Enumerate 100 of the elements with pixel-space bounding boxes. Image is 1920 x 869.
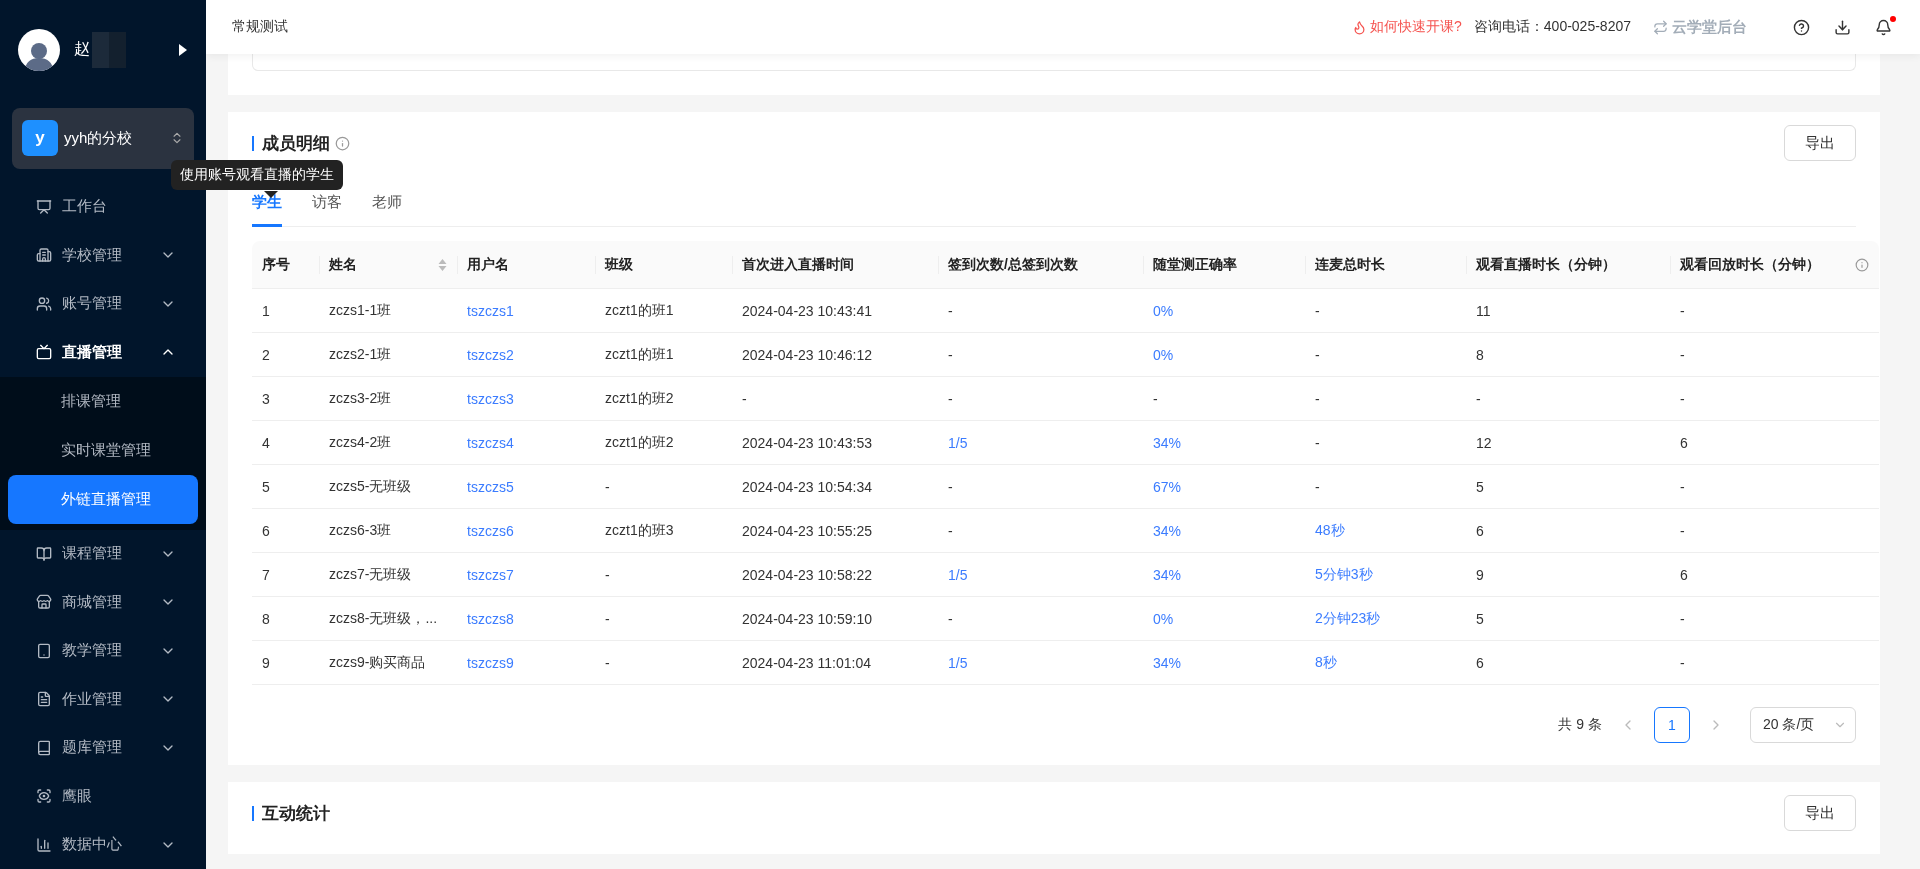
cell-link[interactable]: 2分钟23秒: [1305, 597, 1466, 641]
cell-link[interactable]: 0%: [1143, 597, 1305, 641]
caret-icon[interactable]: [178, 42, 188, 57]
help-link[interactable]: 如何快速开课?: [1370, 18, 1462, 36]
section-title: 互动统计: [252, 805, 330, 821]
page-title: 常规测试: [232, 18, 289, 36]
submenu-item[interactable]: 外链直播管理: [8, 474, 198, 524]
table-cell: -: [1670, 465, 1879, 509]
cell-link[interactable]: 0%: [1143, 289, 1305, 333]
table-cell: 2024-04-23 11:01:04: [732, 641, 938, 685]
menu-item[interactable]: 学校管理: [0, 231, 206, 280]
table-cell: zczt1的班2: [595, 421, 732, 465]
menu-item[interactable]: 教学管理: [0, 626, 206, 676]
table-cell: zczs4-2班: [319, 421, 457, 465]
cell-link[interactable]: 34%: [1143, 641, 1305, 685]
table-cell: -: [1670, 597, 1879, 641]
cell-link[interactable]: tszczs1: [457, 289, 595, 333]
table-cell: -: [938, 377, 1143, 421]
table-cell: 8: [1466, 333, 1670, 377]
cell-link[interactable]: 0%: [1143, 333, 1305, 377]
cell-link[interactable]: 1/5: [938, 553, 1143, 597]
tab[interactable]: 老师: [372, 185, 402, 227]
cell-link[interactable]: 34%: [1143, 421, 1305, 465]
column-header: 随堂测正确率: [1143, 241, 1305, 289]
export-button[interactable]: 导出: [1784, 795, 1856, 831]
cell-link[interactable]: 67%: [1143, 465, 1305, 509]
menu-item[interactable]: 鹰眼: [0, 772, 206, 821]
table-cell: -: [938, 333, 1143, 377]
school-switcher[interactable]: y yyh的分校: [12, 107, 194, 169]
table-cell: zczt1的班2: [595, 377, 732, 421]
column-header: 首次进入直播时间: [732, 241, 938, 289]
cell-link[interactable]: tszczs3: [457, 377, 595, 421]
menu-icon: [36, 788, 52, 805]
backend-link[interactable]: 云学堂后台: [1672, 17, 1747, 37]
help-icon[interactable]: [1793, 18, 1810, 36]
cell-link[interactable]: 1/5: [938, 421, 1143, 465]
table-cell: -: [732, 377, 938, 421]
cell-link[interactable]: tszczs8: [457, 597, 595, 641]
table-cell: 6: [1466, 641, 1670, 685]
table-cell: 12: [1466, 421, 1670, 465]
menu-item[interactable]: 账号管理: [0, 279, 206, 329]
cell-link[interactable]: 34%: [1143, 553, 1305, 597]
submenu-item[interactable]: 排课管理: [8, 376, 198, 426]
table-cell: zczt1的班3: [595, 509, 732, 553]
table-cell: 2024-04-23 10:59:10: [732, 597, 938, 641]
download-icon[interactable]: [1834, 18, 1851, 36]
submenu-item[interactable]: 实时课堂管理: [8, 425, 198, 475]
table-cell: zczs2-1班: [319, 333, 457, 377]
cell-link[interactable]: tszczs6: [457, 509, 595, 553]
cell-link[interactable]: 5分钟3秒: [1305, 553, 1466, 597]
column-header: 观看回放时长（分钟）: [1670, 241, 1879, 289]
page-button[interactable]: 1: [1654, 707, 1690, 743]
school-badge: y: [22, 120, 58, 157]
menu-icon: [36, 836, 52, 853]
cell-link[interactable]: 34%: [1143, 509, 1305, 553]
flame-icon: [1352, 19, 1367, 35]
table-cell: zczt1的班1: [595, 289, 732, 333]
table-cell: -: [595, 641, 732, 685]
table-cell: -: [938, 509, 1143, 553]
table-cell: -: [1305, 377, 1466, 421]
table-cell: 5: [252, 465, 319, 509]
table-cell: zczs6-3班: [319, 509, 457, 553]
table-cell: 2024-04-23 10:58:22: [732, 553, 938, 597]
table-cell: zczs7-无班级: [319, 553, 457, 597]
menu-item[interactable]: 直播管理: [0, 328, 206, 377]
menu-item[interactable]: 课程管理: [0, 529, 206, 579]
cell-link[interactable]: tszczs9: [457, 641, 595, 685]
cell-link[interactable]: tszczs4: [457, 421, 595, 465]
menu-icon: [36, 198, 52, 215]
export-button[interactable]: 导出: [1784, 125, 1856, 161]
menu-icon: [36, 295, 52, 312]
menu-icon: [36, 594, 52, 611]
cell-link[interactable]: 48秒: [1305, 509, 1466, 553]
column-header: 序号: [252, 241, 319, 289]
table-cell: -: [1305, 289, 1466, 333]
cell-link[interactable]: tszczs5: [457, 465, 595, 509]
menu-item[interactable]: 数据中心: [0, 820, 206, 869]
menu-icon: [36, 642, 52, 659]
table-cell: 6: [1466, 509, 1670, 553]
column-header: 观看直播时长（分钟）: [1466, 241, 1670, 289]
table-cell: 6: [1670, 553, 1879, 597]
cell-link[interactable]: 1/5: [938, 641, 1143, 685]
avatar-icon: [18, 28, 60, 71]
cell-link[interactable]: tszczs2: [457, 333, 595, 377]
table-cell: 6: [252, 509, 319, 553]
menu-icon: [36, 691, 52, 708]
table-cell: 2024-04-23 10:55:25: [732, 509, 938, 553]
page-size-select[interactable]: 20 条/页: [1750, 707, 1856, 743]
menu-item[interactable]: 题库管理: [0, 723, 206, 772]
table-cell: -: [595, 597, 732, 641]
table-cell: 3: [252, 377, 319, 421]
column-header: 姓名: [319, 241, 457, 289]
info-icon: [1855, 257, 1869, 272]
phone-text: 咨询电话：400-025-8207: [1473, 18, 1631, 36]
table-cell: 9: [252, 641, 319, 685]
menu-item[interactable]: 商城管理: [0, 578, 206, 627]
table-cell: 5: [1466, 465, 1670, 509]
cell-link[interactable]: tszczs7: [457, 553, 595, 597]
menu-item[interactable]: 作业管理: [0, 675, 206, 724]
cell-link[interactable]: 8秒: [1305, 641, 1466, 685]
